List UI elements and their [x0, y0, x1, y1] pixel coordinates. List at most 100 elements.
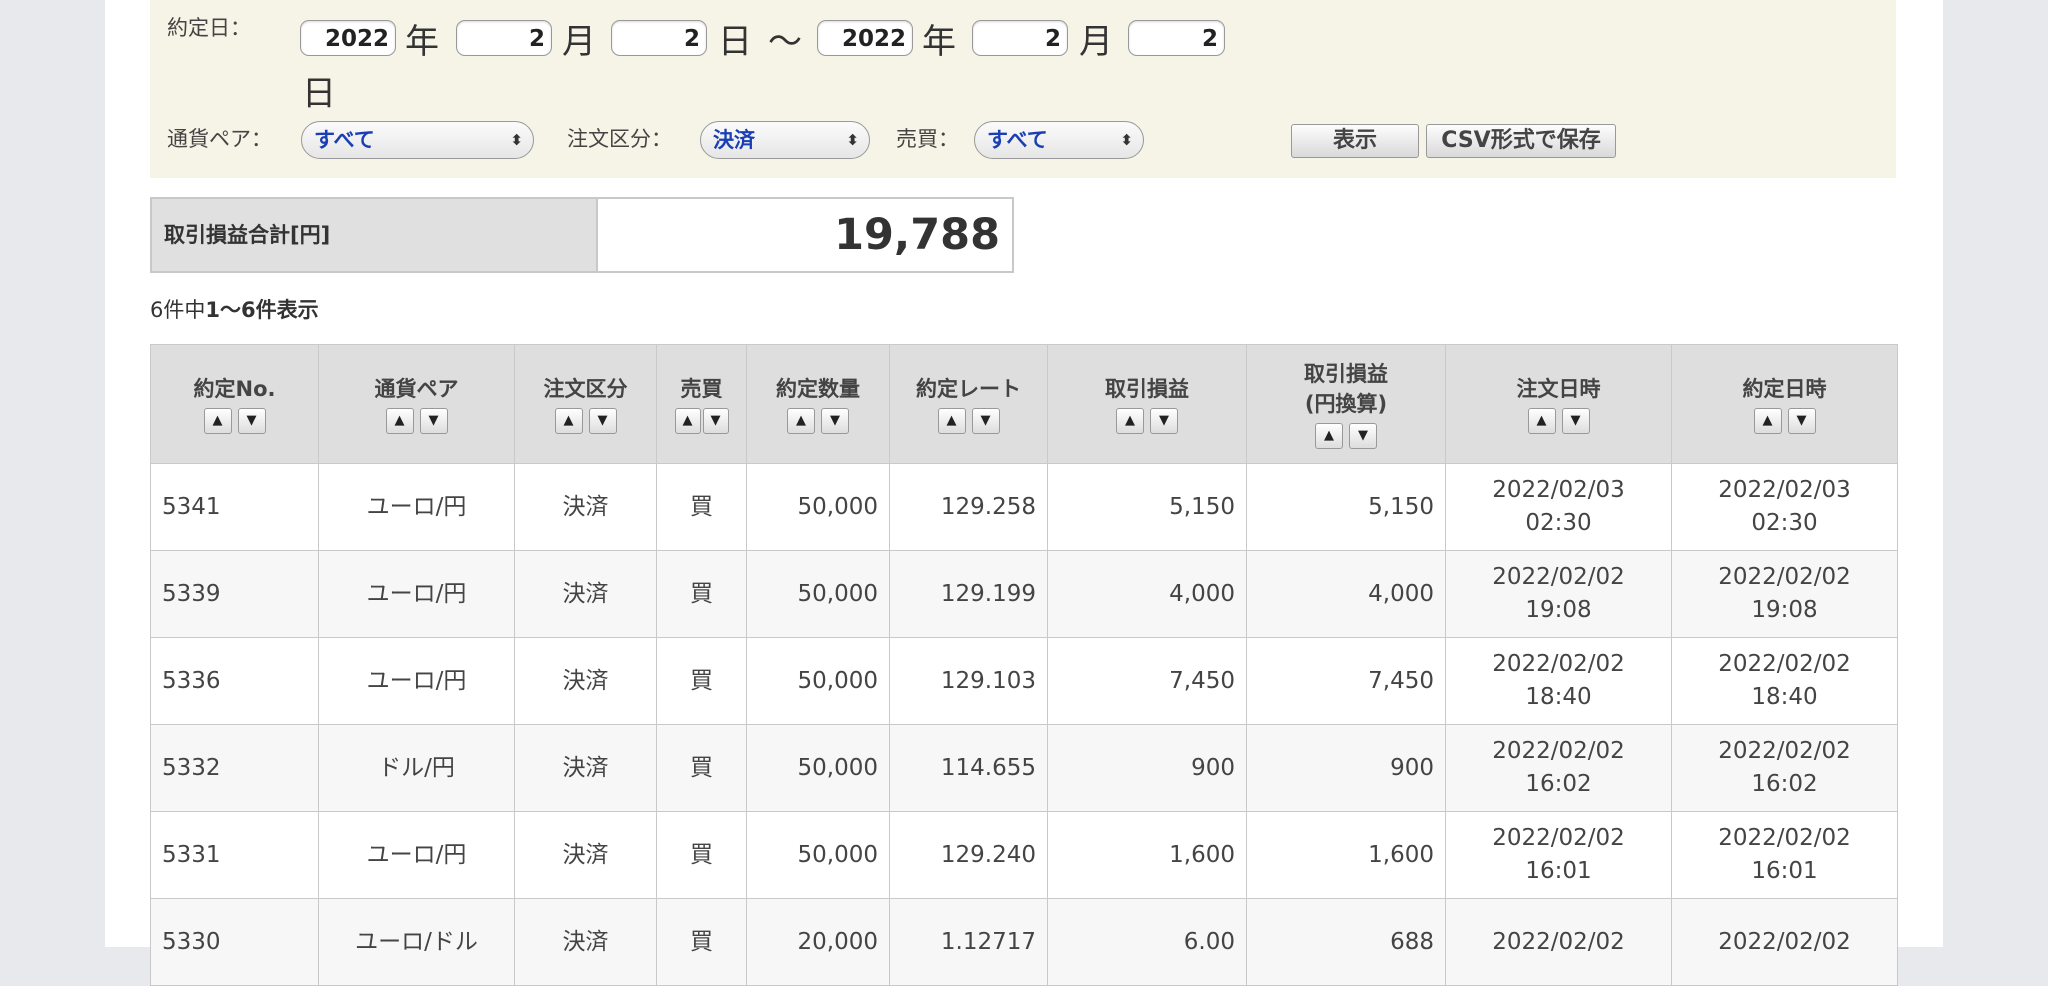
cell-qty: 50,000: [746, 463, 890, 551]
sort-down-icon[interactable]: ▼: [419, 408, 448, 434]
order-clock: 16:02: [1525, 771, 1592, 797]
cell-pair: ドル/円: [318, 724, 515, 812]
col-header-order-time-label: 注文日時: [1516, 377, 1601, 401]
to-day-input[interactable]: 2: [1128, 20, 1225, 56]
col-header-pl: 取引損益 ▲ ▼: [1047, 344, 1247, 464]
cell-order-type: 決済: [514, 811, 657, 899]
to-month-input[interactable]: 2: [972, 20, 1068, 56]
trade-history-table: 約定No. ▲ ▼ 通貨ペア ▲ ▼ 注文区分 ▲ ▼ 売買 ▲ ▼ 約定数量 ▲ ▼ 約定レート ▲…: [150, 344, 1898, 986]
exec-date: 2022/02/03: [1718, 477, 1851, 503]
sort-down-icon[interactable]: ▼: [1349, 423, 1377, 449]
col-header-order-type: 注文区分 ▲ ▼: [514, 344, 657, 464]
cell-order-type: 決済: [514, 898, 657, 986]
col-header-exec-time: 約定日時 ▲ ▼: [1671, 344, 1898, 464]
side-select[interactable]: すべて ⬍: [974, 121, 1144, 159]
sort-up-icon[interactable]: ▲: [1315, 423, 1343, 449]
sort-up-icon[interactable]: ▲: [1527, 408, 1556, 434]
from-year-input[interactable]: 2022: [300, 20, 396, 56]
col-header-side-label: 売買: [680, 377, 723, 401]
cell-side: 買: [656, 724, 747, 812]
side-select-value: すべて: [987, 128, 1048, 152]
exec-clock: 16:02: [1751, 771, 1818, 797]
sort-up-icon[interactable]: ▲: [674, 408, 701, 434]
col-header-pair-label: 通貨ペア: [374, 377, 459, 401]
cell-rate: 129.103: [889, 637, 1048, 725]
csv-save-button[interactable]: CSV形式で保存: [1426, 124, 1616, 158]
sort-down-icon[interactable]: ▼: [702, 408, 729, 434]
sort-up-icon[interactable]: ▲: [787, 408, 815, 434]
unit-year: 年: [405, 22, 439, 62]
col-header-order-type-label: 注文区分: [543, 377, 628, 401]
table-row: 5341 ユーロ/円 決済 買 50,000 129.258 5,150 5,1…: [150, 463, 1898, 551]
from-month-input[interactable]: 2: [456, 20, 552, 56]
cell-qty: 50,000: [746, 811, 890, 899]
sort-down-icon[interactable]: ▼: [1561, 408, 1590, 434]
cell-pair: ユーロ/円: [318, 637, 515, 725]
col-header-rate: 約定レート ▲ ▼: [889, 344, 1048, 464]
cell-pl-jpy: 900: [1246, 724, 1446, 812]
cell-order-type: 決済: [514, 550, 657, 638]
order-clock: 19:08: [1525, 597, 1592, 623]
table-header-row: 約定No. ▲ ▼ 通貨ペア ▲ ▼ 注文区分 ▲ ▼ 売買 ▲ ▼ 約定数量 ▲ ▼ 約定レート ▲…: [150, 344, 1898, 464]
cell-no: 5339: [150, 550, 319, 638]
to-year-input[interactable]: 2022: [817, 20, 913, 56]
sort-down-icon[interactable]: ▼: [821, 408, 849, 434]
cell-pl: 1,600: [1047, 811, 1247, 899]
cell-pl: 4,000: [1047, 550, 1247, 638]
cell-qty: 50,000: [746, 724, 890, 812]
cell-side: 買: [656, 637, 747, 725]
exec-date: 2022/02/02: [1718, 928, 1851, 955]
pair-select[interactable]: すべて ⬍: [301, 121, 534, 159]
cell-pl: 6.00: [1047, 898, 1247, 986]
cell-side: 買: [656, 550, 747, 638]
cell-exec-time: 2022/02/03 02:30: [1671, 463, 1898, 551]
order-type-select-value: 決済: [713, 128, 755, 152]
cell-no: 5336: [150, 637, 319, 725]
exec-date: 2022/02/02: [1718, 564, 1851, 590]
cell-qty: 20,000: [746, 898, 890, 986]
cell-exec-time: 2022/02/02 19:08: [1671, 550, 1898, 638]
cell-order-time: 2022/02/02 18:40: [1445, 637, 1672, 725]
cell-exec-time: 2022/02/02: [1671, 898, 1898, 986]
sort-down-icon[interactable]: ▼: [237, 408, 266, 434]
order-type-select[interactable]: 決済 ⬍: [700, 121, 870, 159]
cell-pair: ユーロ/円: [318, 463, 515, 551]
table-row: 5339 ユーロ/円 決済 買 50,000 129.199 4,000 4,0…: [150, 550, 1898, 638]
sort-down-icon[interactable]: ▼: [588, 408, 617, 434]
chevron-updown-icon: ⬍: [510, 131, 523, 149]
exec-date: 2022/02/02: [1718, 651, 1851, 677]
table-row: 5332 ドル/円 決済 買 50,000 114.655 900 900 20…: [150, 724, 1898, 812]
col-header-exec-time-label: 約定日時: [1742, 377, 1827, 401]
order-date: 2022/02/02: [1492, 564, 1625, 590]
sort-up-icon[interactable]: ▲: [203, 408, 232, 434]
from-day-input[interactable]: 2: [611, 20, 707, 56]
profit-summary-value: 19,788: [598, 199, 1012, 271]
cell-side: 買: [656, 811, 747, 899]
col-header-no: 約定No. ▲ ▼: [150, 344, 319, 464]
cell-order-type: 決済: [514, 637, 657, 725]
cell-rate: 129.240: [889, 811, 1048, 899]
cell-qty: 50,000: [746, 637, 890, 725]
exec-date: 2022/02/02: [1718, 738, 1851, 764]
sort-down-icon[interactable]: ▼: [1787, 408, 1816, 434]
sort-up-icon[interactable]: ▲: [1116, 408, 1144, 434]
sort-up-icon[interactable]: ▲: [1753, 408, 1782, 434]
sort-down-icon[interactable]: ▼: [1150, 408, 1178, 434]
cell-no: 5331: [150, 811, 319, 899]
cell-pl-jpy: 4,000: [1246, 550, 1446, 638]
show-button[interactable]: 表示: [1291, 124, 1419, 158]
order-type-label: 注文区分：: [567, 127, 672, 151]
order-date: 2022/02/02: [1492, 825, 1625, 851]
sort-down-icon[interactable]: ▼: [971, 408, 1000, 434]
cell-side: 買: [656, 898, 747, 986]
cell-order-time: 2022/02/02: [1445, 898, 1672, 986]
sort-up-icon[interactable]: ▲: [937, 408, 966, 434]
cell-order-time: 2022/02/02 16:01: [1445, 811, 1672, 899]
col-header-qty-label: 約定数量: [776, 377, 860, 401]
table-row: 5330 ユーロ/ドル 決済 買 20,000 1.12717 6.00 688…: [150, 898, 1898, 986]
exec-date: 2022/02/02: [1718, 825, 1851, 851]
cell-order-time: 2022/02/02 16:02: [1445, 724, 1672, 812]
result-count: 6件中1〜6件表示: [150, 294, 319, 324]
sort-up-icon[interactable]: ▲: [385, 408, 414, 434]
sort-up-icon[interactable]: ▲: [554, 408, 583, 434]
